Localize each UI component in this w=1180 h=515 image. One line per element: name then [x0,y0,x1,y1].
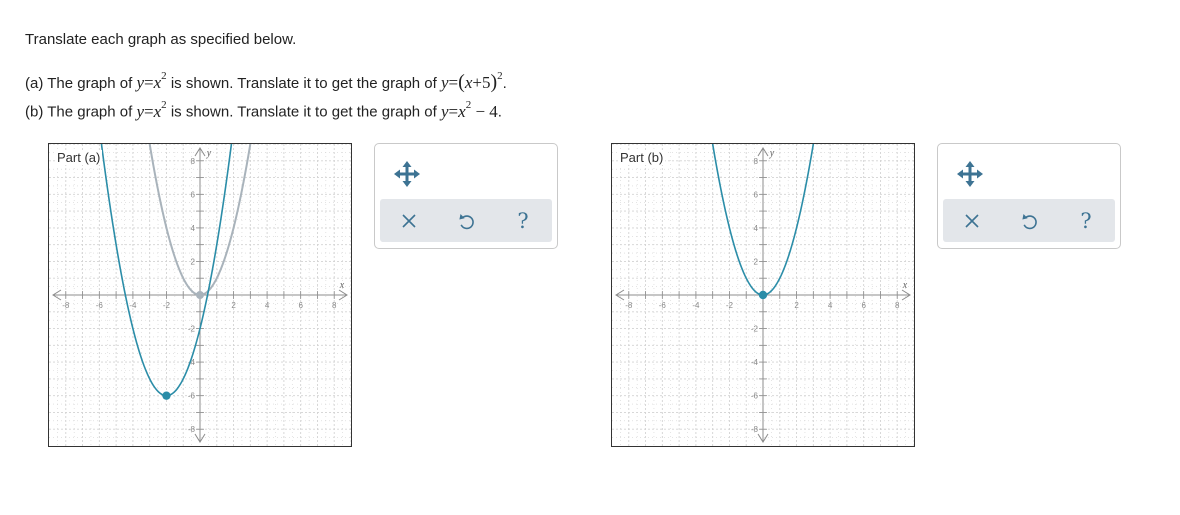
x-tick-label: -2 [163,301,171,310]
x-axis-label: x [902,280,908,291]
question-b: (b) The graph of y=x2 is shown. Translat… [25,99,502,122]
question-b-given-equation: y=x2 [136,99,167,121]
y-tick-label: -6 [188,392,196,401]
y-tick-label: 2 [754,257,759,266]
toolbox-b: ? [937,143,1121,249]
toolbox-a: ? [374,143,558,249]
undo-icon[interactable] [454,209,478,233]
instructions: Translate each graph as specified below. [25,31,297,48]
x-tick-label: 6 [861,301,866,310]
close-icon[interactable] [397,209,421,233]
x-tick-label: 2 [231,301,236,310]
help-icon[interactable]: ? [1074,209,1098,233]
x-tick-label: 4 [265,301,270,310]
y-tick-label: -8 [188,425,196,434]
question-a-middle: is shown. Translate it to get the graph … [170,75,437,92]
x-tick-label: 8 [895,301,900,310]
y-tick-label: 8 [754,157,759,166]
x-tick-label: 2 [794,301,799,310]
question-b-middle: is shown. Translate it to get the graph … [170,103,437,121]
y-tick-label: 8 [191,157,196,166]
x-axis-label: x [339,280,345,291]
y-tick-label: -8 [751,425,759,434]
question-a-given-equation: y=x2 [136,70,167,92]
y-tick-label: 6 [191,190,196,199]
y-axis-label: y [206,148,212,159]
y-tick-label: 6 [754,190,759,199]
x-tick-label: 4 [828,301,833,310]
graph-canvas-a[interactable]: -8 -6 -4 -2 2 4 6 88642-2-4-6-8xy [49,144,351,446]
x-tick-label: -6 [96,301,104,310]
vertex-handle[interactable] [758,290,768,300]
y-tick-label: -2 [188,325,196,334]
graph-panel-a[interactable]: -8 -6 -4 -2 2 4 6 8 8 6 4 2 -2 -4 -6 -8 x y Part (a) [48,143,352,447]
y-tick-label: -2 [751,325,759,334]
help-icon[interactable]: ? [511,209,535,233]
y-tick-label: -4 [751,358,759,367]
graph-a-label: Part (a) [55,150,103,165]
x-tick-label: -2 [726,301,734,310]
tool-row-a: ? [380,199,552,242]
move-arrows-icon[interactable] [956,160,984,188]
undo-icon[interactable] [1017,209,1041,233]
x-tick-label: -8 [625,301,633,310]
y-tick-label: -6 [751,392,759,401]
y-tick-label: 2 [191,257,196,266]
original-vertex-point [196,291,204,299]
x-tick-label: -4 [129,301,137,310]
graph-canvas-b[interactable]: -8 -6 -4 -2 2 4 6 8 8 6 4 2 -2 -4 -6 -8 x y [612,144,914,446]
question-a-prefix: (a) The graph of [25,75,133,92]
close-icon[interactable] [960,209,984,233]
y-axis-label: y [769,148,775,159]
question-b-target-equation: y=x2 − 4 [441,99,498,121]
x-tick-label: -6 [659,301,667,310]
question-a: (a) The graph of y=x2 is shown. Translat… [25,70,507,94]
y-tick-label: 4 [191,224,196,233]
graph-panel-b[interactable]: -8 -6 -4 -2 2 4 6 8 8 6 4 2 -2 -4 -6 -8 x y Part (b) [611,143,915,447]
question-a-end: . [502,75,507,92]
question-b-end: . [497,103,502,121]
x-tick-label: -8 [62,301,70,310]
move-arrows-icon[interactable] [393,160,421,188]
x-tick-label: 6 [298,301,303,310]
tool-row-b: ? [943,199,1115,242]
x-tick-label: -4 [692,301,700,310]
x-tick-label: 8 [332,301,337,310]
question-b-prefix: (b) The graph of [25,103,133,121]
vertex-handle[interactable] [162,391,171,400]
question-a-target-equation: y=(x+5)2 [441,70,503,93]
y-tick-label: 4 [754,224,759,233]
graph-b-label: Part (b) [618,150,666,165]
